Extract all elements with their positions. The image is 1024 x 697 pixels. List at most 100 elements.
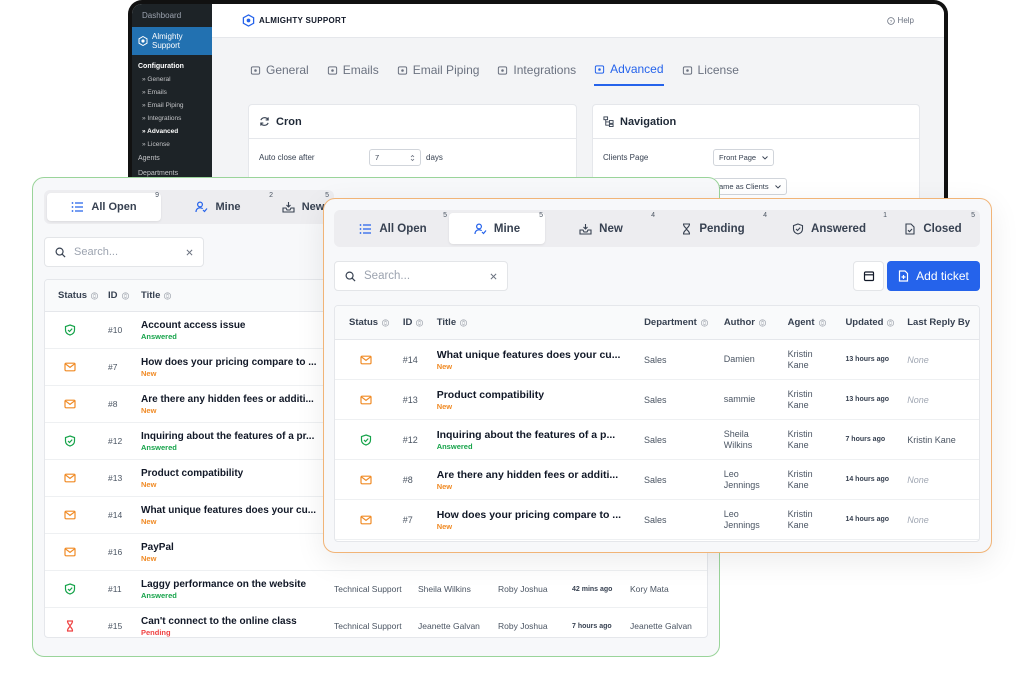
column-id[interactable]: ID — [95, 290, 129, 301]
column-title[interactable]: Title — [128, 290, 172, 301]
agent-last-name: Kane — [787, 399, 809, 410]
ticket-title[interactable]: Inquiring about the features of a pr... — [141, 430, 322, 443]
secondary-page-select[interactable]: ame as Clients — [713, 178, 787, 195]
last-reply-by: Kory Mata — [630, 584, 669, 594]
settings-tabs: General Emails Email Piping Integrations Adv… — [250, 62, 739, 86]
tab-all-open[interactable]: All Open 5 — [337, 212, 449, 244]
clear-icon[interactable] — [490, 273, 497, 280]
ticket-title[interactable]: Product compatibility — [437, 388, 630, 402]
ticket-title[interactable]: Can't connect to the online class — [141, 615, 322, 628]
tab-count-badge: 4 — [763, 212, 767, 219]
column-title[interactable]: Title — [431, 317, 638, 328]
table-row[interactable]: #8 Are there any hidden fees or additi...… — [335, 460, 979, 500]
tab-advanced[interactable]: Advanced — [594, 62, 664, 86]
sidebar-subitem-email-piping[interactable]: » Email Piping — [132, 99, 212, 112]
tab-closed[interactable]: Closed 5 — [889, 212, 977, 244]
tab-license[interactable]: License — [682, 62, 739, 86]
sidebar-subitem-advanced[interactable]: » Advanced — [132, 125, 212, 138]
last-reply-by: Jeanette Galvan — [630, 621, 692, 631]
table-row[interactable]: #11 Laggy performance on the website Answe… — [45, 571, 707, 608]
right-table-header: Status ID Title Department Author Agent Update… — [335, 306, 979, 340]
ticket-title[interactable]: Inquiring about the features of a p... — [437, 428, 630, 442]
ticket-title[interactable]: Are there any hidden fees or additi... — [141, 393, 322, 406]
updated-time: 14 hours ago — [845, 476, 890, 483]
ticket-id: #12 — [402, 434, 418, 445]
calendar-filter-button[interactable] — [853, 261, 884, 291]
add-ticket-button[interactable]: Add ticket — [887, 261, 980, 291]
sidebar-item-almighty-support[interactable]: Almighty Support — [132, 27, 212, 55]
status-label: New — [141, 368, 157, 378]
mail-icon — [327, 65, 338, 76]
tab-mine[interactable]: Mine 5 — [449, 212, 545, 244]
tab-label: Mine — [493, 222, 521, 235]
tab-integrations[interactable]: Integrations — [497, 62, 576, 86]
column-agent[interactable]: Agent — [782, 317, 840, 328]
sidebar-subitem-emails[interactable]: » Emails — [132, 86, 212, 99]
tab-count-badge: 9 — [155, 192, 159, 199]
sidebar-item-dashboard[interactable]: Dashboard — [132, 4, 212, 27]
status-label: New — [436, 521, 453, 531]
tab-label: Mine — [215, 201, 241, 213]
clients-page-select[interactable]: Front Page — [713, 149, 775, 166]
tab-new[interactable]: New 4 — [545, 212, 657, 244]
tab-emails[interactable]: Emails — [327, 62, 379, 86]
sidebar-subitem-general[interactable]: » General — [132, 73, 212, 86]
tab-email-piping[interactable]: Email Piping — [397, 62, 479, 86]
ticket-title[interactable]: How does your pricing compare to ... — [437, 508, 630, 522]
sidebar-subitem-integrations[interactable]: » Integrations — [132, 112, 212, 125]
ticket-title[interactable]: How does your pricing compare to ... — [141, 356, 322, 369]
tab-pending[interactable]: Pending 4 — [657, 212, 769, 244]
column-status[interactable]: Status — [45, 290, 99, 301]
sidebar-subitem-license[interactable]: » License — [132, 138, 212, 151]
ticket-title[interactable]: What unique features does your cu... — [437, 348, 630, 362]
ticket-title[interactable]: Account access issue — [141, 319, 322, 332]
right-search-input[interactable]: Search... — [334, 261, 508, 291]
sidebar-plugin-label: Almighty Support — [152, 32, 183, 50]
sort-icon — [382, 318, 390, 327]
envelope-icon — [64, 546, 76, 558]
status-label: Answered — [436, 441, 473, 451]
help-link[interactable]: ? Help — [886, 16, 914, 25]
department: Sales — [644, 434, 667, 445]
left-search-placeholder: Search... — [74, 246, 119, 258]
updated-time: 7 hours ago — [845, 436, 886, 443]
tab-label: Answered — [811, 222, 866, 235]
agent: Kristin Kane — [782, 509, 840, 531]
column-status[interactable]: Status — [335, 317, 397, 328]
column-updated[interactable]: Updated — [839, 317, 901, 328]
navigation-title: Navigation — [620, 115, 677, 128]
table-row[interactable]: #12 Inquiring about the features of a p..… — [335, 420, 979, 460]
sidebar-item-agents[interactable]: Agents — [132, 151, 212, 166]
brand-logo: ALMIGHTY SUPPORT — [242, 14, 346, 27]
status-label: Answered — [141, 331, 177, 341]
tab-label: Pending — [699, 222, 745, 235]
table-row[interactable]: #13 Product compatibility New Sales sammie Kr… — [335, 380, 979, 420]
tab-general[interactable]: General — [250, 62, 309, 86]
ticket-title[interactable]: Are there any hidden fees or additi... — [437, 468, 630, 482]
author: Sheila Wilkins — [723, 428, 753, 450]
status-label: New — [141, 516, 157, 526]
ticket-title[interactable]: What unique features does your cu... — [141, 504, 322, 517]
left-ticket-tabs: All Open 9 Mine 2 New 5 — [44, 190, 334, 224]
column-department[interactable]: Department — [638, 317, 718, 328]
tab-label: Integrations — [513, 63, 577, 77]
left-search-input[interactable]: Search... — [44, 237, 204, 267]
ticket-title[interactable]: Laggy performance on the website — [141, 578, 322, 591]
ticket-title[interactable]: PayPal — [141, 541, 322, 554]
table-row[interactable]: #7 How does your pricing compare to ... Ne… — [335, 500, 979, 540]
tab-all-open[interactable]: All Open 9 — [47, 192, 161, 221]
table-row[interactable]: #14 What unique features does your cu... N… — [335, 340, 979, 380]
tab-answered[interactable]: Answered 1 — [769, 212, 889, 244]
auto-close-days-input[interactable]: 7 — [369, 149, 421, 166]
department: Technical Support — [334, 584, 402, 594]
tab-count-badge: 5 — [443, 212, 447, 219]
tab-label: All Open — [379, 222, 427, 235]
column-author[interactable]: Author — [718, 317, 782, 328]
column-id[interactable]: ID — [397, 317, 431, 328]
hourglass-icon — [64, 620, 76, 632]
clear-icon[interactable] — [186, 249, 193, 256]
column-last-reply-by[interactable]: Last Reply By — [901, 317, 979, 328]
table-row[interactable]: #15 Can't connect to the online class Pend… — [45, 608, 707, 637]
tab-mine[interactable]: Mine 2 — [161, 192, 275, 221]
ticket-title[interactable]: Product compatibility — [141, 467, 322, 480]
